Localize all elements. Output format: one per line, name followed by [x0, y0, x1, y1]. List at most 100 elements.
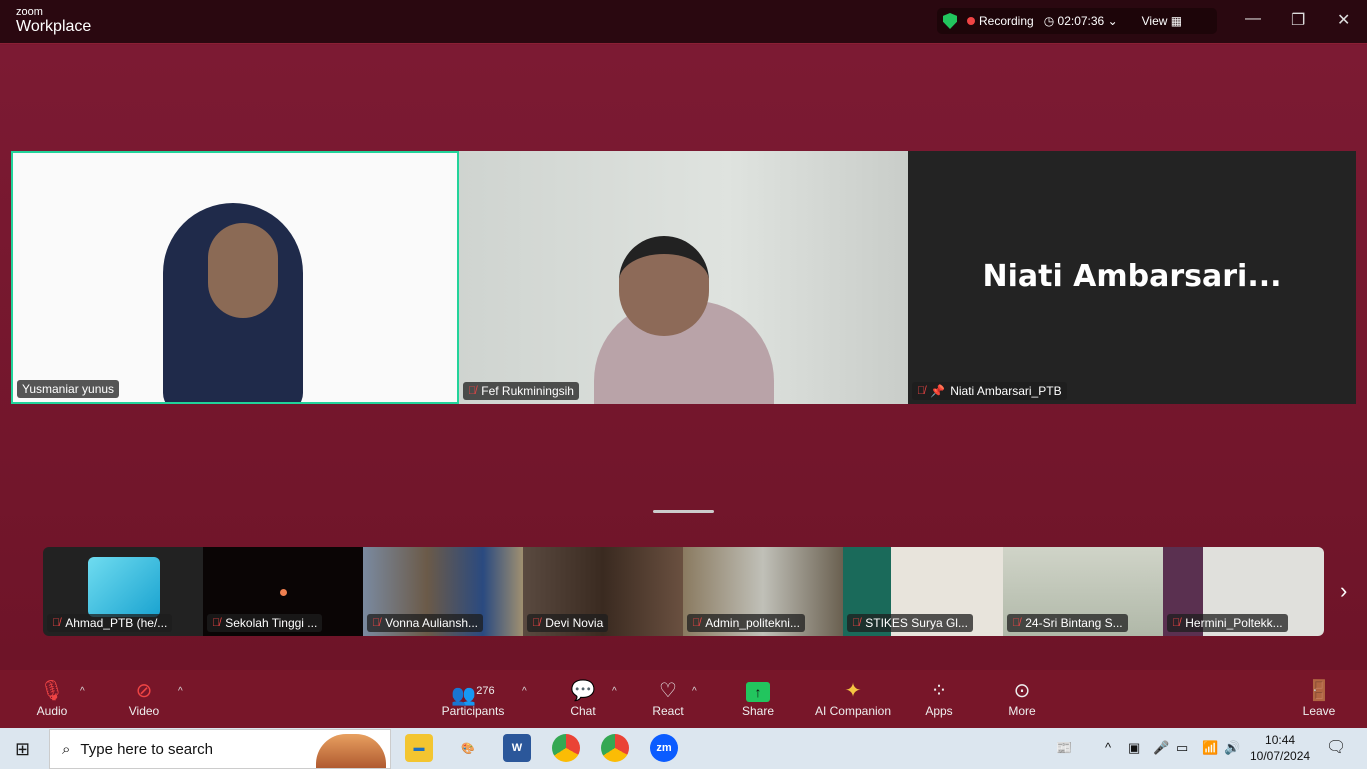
- participant-name: Admin_politekni...: [705, 616, 800, 630]
- gallery-resize-handle[interactable]: [653, 510, 714, 513]
- news-widget-icon[interactable]: 📰: [1056, 740, 1072, 756]
- taskbar-search-input[interactable]: ⌕ Type here to search: [49, 729, 391, 769]
- participants-count: 276: [476, 685, 495, 697]
- volume-icon[interactable]: 🔊: [1224, 740, 1240, 756]
- timer-value: 02:07:36: [1057, 14, 1105, 28]
- participant-name-tag: 🎙̸ Sekolah Tinggi ...: [207, 614, 323, 632]
- notifications-icon[interactable]: 🗨: [1326, 737, 1346, 757]
- thumbnail-tile[interactable]: 🎙̸ 24-Sri Bintang S...: [1003, 547, 1163, 636]
- windows-start-icon[interactable]: ⊞: [15, 739, 30, 760]
- participant-name: Devi Novia: [545, 616, 604, 630]
- clock[interactable]: 10:44 10/07/2024: [1250, 732, 1310, 764]
- zoom-app-icon[interactable]: zm: [650, 734, 678, 762]
- close-button[interactable]: ✕: [1337, 10, 1350, 30]
- next-page-chevron-icon[interactable]: ›: [1340, 578, 1347, 604]
- participants-label: Participants: [441, 704, 505, 718]
- video-options-caret[interactable]: ^: [178, 686, 183, 697]
- record-dot-icon: [967, 17, 975, 25]
- react-options-caret[interactable]: ^: [692, 686, 697, 697]
- share-icon: ↑: [739, 678, 777, 704]
- participant-name-tag: 🎙̸ STIKES Surya Gl...: [847, 614, 973, 632]
- thumbnail-tile[interactable]: 🎙̸ Admin_politekni...: [683, 547, 843, 636]
- thumbnail-tile[interactable]: 🎙̸ Sekolah Tinggi ...: [203, 547, 363, 636]
- encryption-shield-icon[interactable]: [943, 13, 957, 29]
- light-dot: [280, 589, 287, 596]
- thumbnail-tile[interactable]: 🎙̸ Devi Novia: [523, 547, 683, 636]
- participant-name-tag: 🎙̸ 24-Sri Bintang S...: [1007, 614, 1128, 632]
- thumbnail-tile[interactable]: 🎙̸ Vonna Auliansh...: [363, 547, 523, 636]
- mic-muted-icon: 🎙̸: [372, 617, 381, 629]
- apps-icon: ⁘: [930, 680, 948, 702]
- camera-icon[interactable]: ▣: [1128, 740, 1140, 756]
- show-hidden-icons[interactable]: ^: [1105, 740, 1111, 755]
- heart-icon: ♡: [659, 680, 677, 702]
- logo-product: Workplace: [16, 18, 92, 35]
- react-button[interactable]: ♡ React: [650, 678, 686, 718]
- more-button[interactable]: ⊙ More: [1004, 678, 1040, 718]
- audio-options-caret[interactable]: ^: [80, 686, 85, 697]
- chat-icon: 💬: [570, 680, 596, 702]
- clock-date: 10/07/2024: [1250, 749, 1311, 763]
- minimize-button[interactable]: —: [1245, 10, 1261, 28]
- share-button[interactable]: ↑ Share: [739, 678, 777, 718]
- microphone-icon[interactable]: 🎤: [1153, 740, 1169, 756]
- participant-name-tag: 🎙̸ Devi Novia: [527, 614, 609, 632]
- participant-display-name: Niati Ambarsari...: [982, 259, 1282, 294]
- mic-muted-icon: 🎙̸: [468, 385, 477, 397]
- battery-icon[interactable]: ▭: [1176, 740, 1188, 756]
- mic-muted-icon: 🎙̸: [532, 617, 541, 629]
- view-label: View: [1141, 14, 1168, 28]
- clock-time: 10:44: [1265, 733, 1296, 747]
- view-button[interactable]: View ▦: [1142, 14, 1182, 28]
- apps-label: Apps: [925, 704, 953, 718]
- windows-taskbar: ⊞ ⌕ Type here to search ▬ 🎨 W zm 📰 ^ ▣ 🎤 …: [0, 728, 1367, 769]
- chat-button[interactable]: 💬 Chat: [566, 678, 600, 718]
- leave-label: Leave: [1302, 704, 1336, 718]
- video-tile-off[interactable]: Niati Ambarsari... 🎙̸ 📌 Niati Ambarsari_PT…: [908, 151, 1356, 404]
- avatar: [88, 557, 160, 617]
- thumbnail-tile[interactable]: 🎙̸ Ahmad_PTB (he/...: [43, 547, 203, 636]
- participant-name-tag: Yusmaniar yunus: [17, 380, 120, 398]
- thumbnail-strip: 🎙̸ Ahmad_PTB (he/... 🎙̸ Sekolah Tinggi ...…: [43, 547, 1324, 636]
- audio-button[interactable]: 🎙 Audio: [34, 678, 70, 718]
- thumbnail-tile[interactable]: 🎙̸ Hermini_Poltekk...: [1163, 547, 1324, 636]
- chrome-icon[interactable]: [601, 734, 629, 762]
- leave-button[interactable]: 🚪 Leave: [1302, 678, 1336, 718]
- chrome-profile-icon[interactable]: [552, 734, 580, 762]
- recording-label: Recording: [979, 14, 1034, 28]
- thumbnail-tile[interactable]: 🎙̸ STIKES Surya Gl...: [843, 547, 1003, 636]
- search-icon: ⌕: [62, 740, 71, 758]
- video-tile-active-speaker[interactable]: Yusmaniar yunus: [11, 151, 459, 404]
- participant-name-tag: 🎙̸ 📌 Niati Ambarsari_PTB: [912, 382, 1067, 400]
- recording-indicator[interactable]: Recording: [967, 14, 1034, 28]
- video-button[interactable]: ⊘ Video: [126, 678, 162, 718]
- apps-button[interactable]: ⁘ Apps: [922, 678, 956, 718]
- grid-icon: ▦: [1170, 14, 1183, 28]
- file-explorer-icon[interactable]: ▬: [405, 734, 433, 762]
- pin-icon: 📌: [930, 384, 946, 398]
- search-placeholder: Type here to search: [80, 740, 213, 758]
- chat-options-caret[interactable]: ^: [612, 686, 617, 697]
- paint-icon[interactable]: 🎨: [454, 734, 482, 762]
- participant-name-tag: 🎙̸ Ahmad_PTB (he/...: [47, 614, 173, 632]
- participant-name: Vonna Auliansh...: [385, 616, 478, 630]
- participant-name: Sekolah Tinggi ...: [225, 616, 318, 630]
- word-icon[interactable]: W: [503, 734, 531, 762]
- mic-muted-icon: 🎙̸: [212, 617, 221, 629]
- participant-name-tag: 🎙̸ Hermini_Poltekk...: [1167, 614, 1288, 632]
- mic-muted-icon: 🎙̸: [852, 617, 861, 629]
- meeting-timer[interactable]: ◷ 02:07:36 ⌄: [1044, 14, 1118, 28]
- wifi-icon[interactable]: 📶: [1202, 740, 1218, 756]
- more-label: More: [1008, 704, 1036, 718]
- participant-name: Ahmad_PTB (he/...: [65, 616, 168, 630]
- participants-options-caret[interactable]: ^: [522, 686, 527, 697]
- title-bar: zoom Workplace Recording ◷ 02:07:36 ⌄ Vi…: [0, 0, 1367, 44]
- video-label: Video: [128, 704, 160, 718]
- logo-text: zoom: [16, 6, 43, 18]
- share-label: Share: [741, 704, 775, 718]
- participants-button[interactable]: 👥276 Participants: [440, 678, 506, 718]
- participants-icon: 👥276: [451, 684, 495, 707]
- ai-companion-button[interactable]: ✦ AI Companion: [812, 678, 894, 718]
- restore-button[interactable]: ❐: [1291, 10, 1305, 30]
- video-tile[interactable]: 🎙̸ Fef Rukminingsih: [459, 151, 908, 404]
